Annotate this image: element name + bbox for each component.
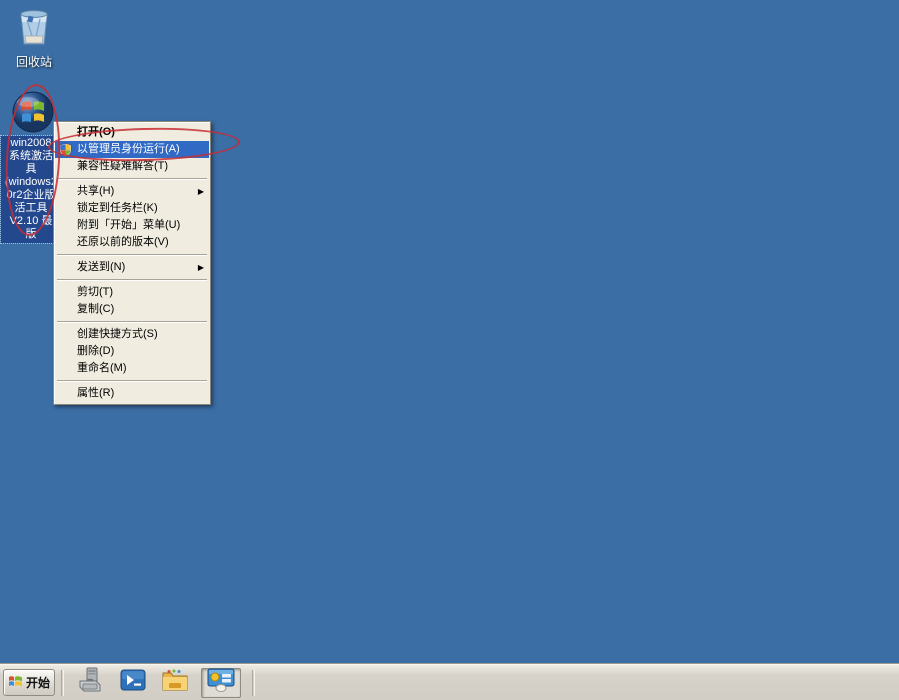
menu-item-open[interactable]: 打开(O) — [55, 124, 209, 141]
start-button-label: 开始 — [26, 674, 50, 691]
desktop: { "desktop": { "background_color": "#3B6… — [0, 0, 899, 700]
menu-item-pin-start[interactable]: 附到「开始」菜单(U) — [55, 217, 209, 234]
menu-item-properties[interactable]: 属性(R) — [55, 385, 209, 402]
label-line: 活工具 — [1, 202, 61, 215]
menu-item-run-as-admin[interactable]: 以管理员身份运行(A) — [55, 141, 209, 158]
submenu-arrow-icon: ▶ — [198, 259, 204, 276]
menu-separator — [57, 279, 207, 281]
menu-item-label: 发送到(N) — [77, 261, 125, 273]
menu-item-pin-taskbar[interactable]: 锁定到任务栏(K) — [55, 200, 209, 217]
menu-item-copy[interactable]: 复制(C) — [55, 301, 209, 318]
windows-flag-icon — [8, 674, 23, 691]
activation-window-icon — [206, 667, 236, 698]
recycle-bin-glyph — [15, 33, 53, 50]
label-line: (windows2 — [1, 176, 61, 189]
submenu-arrow-icon: ▶ — [198, 183, 204, 200]
server-manager-icon — [78, 667, 104, 698]
menu-item-label: 共享(H) — [77, 185, 114, 197]
taskbar-divider — [61, 670, 64, 696]
menu-separator — [57, 321, 207, 323]
recycle-bin-label: 回收站 — [8, 53, 60, 70]
powershell-button[interactable] — [117, 669, 149, 697]
powershell-icon — [120, 667, 146, 698]
menu-item-restore-versions[interactable]: 还原以前的版本(V) — [55, 234, 209, 251]
menu-item-cut[interactable]: 剪切(T) — [55, 284, 209, 301]
context-menu: 打开(O) 以管理员身份运行(A) 兼容性疑难解答(T) 共享(H) ▶ 锁定到… — [53, 121, 211, 405]
activation-tool-icon[interactable] — [10, 90, 56, 139]
menu-item-create-shortcut[interactable]: 创建快捷方式(S) — [55, 326, 209, 343]
recycle-bin-icon[interactable]: 回收站 — [8, 6, 60, 70]
taskbar: 开始 — [0, 664, 899, 700]
explorer-button[interactable] — [159, 669, 191, 697]
label-line: 0r2企业版 — [1, 189, 61, 202]
menu-item-share[interactable]: 共享(H) ▶ — [55, 183, 209, 200]
label-line: 系统激活 — [1, 150, 61, 163]
label-line: 具 — [1, 163, 61, 176]
label-line: V2.10 最 — [1, 215, 61, 228]
menu-item-compatibility[interactable]: 兼容性疑难解答(T) — [55, 158, 209, 175]
activation-tool-label[interactable]: win2008 系统激活 具 (windows2 0r2企业版 活工具 V2.1… — [1, 136, 61, 243]
menu-item-delete[interactable]: 删除(D) — [55, 343, 209, 360]
activation-window-button[interactable] — [201, 668, 241, 698]
menu-item-rename[interactable]: 重命名(M) — [55, 360, 209, 377]
start-button[interactable]: 开始 — [3, 669, 55, 696]
label-line: win2008 — [1, 137, 61, 150]
menu-separator — [57, 178, 207, 180]
menu-separator — [57, 254, 207, 256]
server-manager-button[interactable] — [75, 669, 107, 697]
menu-item-send-to[interactable]: 发送到(N) ▶ — [55, 259, 209, 276]
folder-icon — [161, 667, 189, 698]
label-line: 版 — [1, 228, 61, 241]
taskbar-divider — [252, 670, 255, 696]
menu-separator — [57, 380, 207, 382]
menu-item-label: 以管理员身份运行(A) — [77, 143, 180, 155]
